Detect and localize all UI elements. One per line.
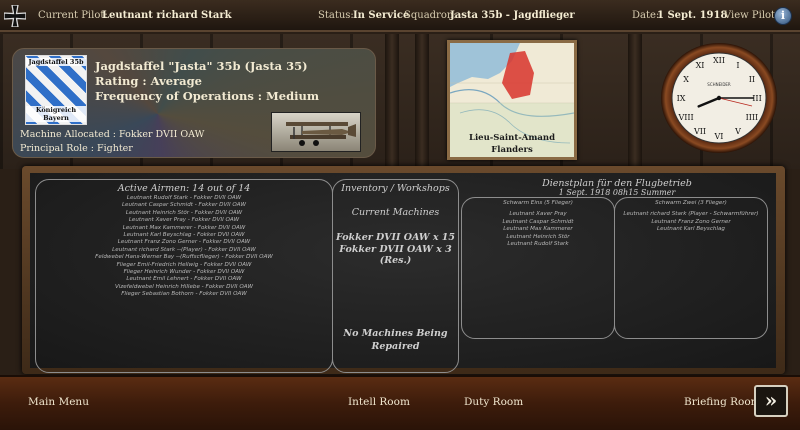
list-item: Leutnant Xaver Pray - Fokker DVII OAW bbox=[128, 217, 240, 224]
wall-clock: XIIIIIIIIIIIIVVIVIIVIIIIXXXI SCHNEIDER bbox=[661, 43, 777, 153]
list-item: Flieger Sebastian Bothorn - Fokker DVII … bbox=[121, 291, 247, 298]
list-item: Leutnant richard Stark --(Player) - Fokk… bbox=[112, 246, 256, 253]
list-item: Leutnant Franz Zono Gerner bbox=[651, 218, 731, 225]
airmen-list: Leutnant Rudolf Stark - Fokker DVII OAW L… bbox=[36, 195, 332, 299]
list-item: Leutnant Caspar Schmidt - Fokker DVII OA… bbox=[121, 202, 247, 209]
squadron-value: Jasta 35b - Jagdflieger bbox=[450, 10, 575, 21]
chalkboard: Active Airmen: 14 out of 14 Leutnant Rud… bbox=[30, 173, 776, 373]
list-item: Leutnant Heinrich Stör bbox=[506, 233, 570, 240]
squadron-rating: Rating : Average bbox=[95, 74, 202, 88]
emblem-top-text: Jagdstaffel 35b bbox=[26, 58, 86, 66]
emblem-bottom-text: Königreich Bayern bbox=[26, 106, 86, 122]
list-item: Leutnant Max Kammerer - Fokker DVII OAW bbox=[122, 224, 246, 231]
inventory-title: Inventory / Workshops bbox=[341, 183, 450, 194]
clock-numeral: IIII bbox=[746, 113, 759, 122]
wall-beam bbox=[628, 34, 642, 169]
squadron-emblem: Jagdstaffel 35b Königreich Bayern bbox=[25, 55, 87, 125]
list-item: Flieger Emil-Friedrich Hellwig - Fokker … bbox=[116, 261, 252, 268]
date-value: 1 Sept. 1918 bbox=[657, 10, 728, 21]
intell-room-button[interactable]: Intell Room bbox=[348, 396, 410, 408]
squadron-card: Jagdstaffel 35b Königreich Bayern Jagdst… bbox=[12, 48, 376, 158]
clock-numeral: IX bbox=[677, 94, 686, 103]
clock-numeral: III bbox=[752, 94, 761, 103]
schwarm-eins-panel[interactable]: Schwarm Eins (5 Flieger) Leutnant Xaver … bbox=[461, 197, 615, 339]
clock-numeral: VIII bbox=[677, 113, 693, 122]
status-label: Status: bbox=[318, 10, 354, 21]
iron-cross-icon bbox=[4, 5, 26, 27]
map-location-name: Lieu-Saint-Amand bbox=[468, 133, 556, 143]
current-machines-label: Current Machines bbox=[351, 207, 440, 218]
list-item: Leutnant Karl Beyschlag bbox=[657, 226, 725, 233]
active-airmen-panel: Active Airmen: 14 out of 14 Leutnant Rud… bbox=[35, 179, 333, 373]
list-item: Leutnant Caspar Schmidt bbox=[502, 218, 574, 225]
sector-map[interactable]: Lieu-Saint-Amand Flanders bbox=[447, 40, 577, 160]
active-airmen-title: Active Airmen: 14 out of 14 bbox=[117, 183, 251, 194]
clock-numeral: V bbox=[734, 127, 741, 136]
clock-brand: SCHNEIDER bbox=[707, 82, 731, 87]
status-value: In Service bbox=[353, 10, 410, 21]
list-item: Leutnant Rudolf Stark bbox=[507, 241, 569, 248]
schwarm-eins-members: Leutnant Xaver Pray Leutnant Caspar Schmi… bbox=[462, 211, 614, 248]
schwarm-zwei-title: Schwarm Zwei (3 Flieger) bbox=[655, 200, 727, 206]
squadron-label: Squadron: bbox=[404, 10, 457, 21]
list-item: Flieger Heinrich Wunder - Fokker DVII OA… bbox=[123, 269, 245, 276]
inventory-panel: Inventory / Workshops Current Machines F… bbox=[332, 179, 459, 373]
clock-numeral: XI bbox=[696, 61, 705, 70]
info-icon[interactable]: i bbox=[774, 7, 792, 25]
next-arrow-button[interactable]: » bbox=[754, 385, 788, 417]
top-status-bar: Current Pilot: Leutnant richard Stark St… bbox=[0, 0, 800, 32]
list-item: Leutnant Xaver Pray bbox=[509, 211, 567, 218]
list-item: Leutnant Heinrich Stör - Fokker DVII OAW bbox=[125, 209, 243, 216]
schwarm-zwei-panel[interactable]: Schwarm Zwei (3 Flieger) Leutnant richar… bbox=[614, 197, 768, 339]
date-label: Date: bbox=[632, 10, 660, 21]
reserve-machine-count: Fokker DVII OAW x 3 (Res.) bbox=[339, 244, 452, 266]
clock-numeral: XII bbox=[713, 56, 725, 65]
wall-beam bbox=[415, 34, 429, 169]
list-item: Leutnant richard Stark (Player - Schwarm… bbox=[623, 211, 759, 218]
aircraft-thumbnail bbox=[271, 112, 361, 152]
list-item: Feldwebel Hans-Werner Bay --(Ruffscflieg… bbox=[95, 254, 273, 261]
list-item: Leutnant Max Kammerer bbox=[503, 226, 573, 233]
repair-status-line1: No Machines Being bbox=[343, 328, 448, 339]
wall-beam bbox=[385, 34, 399, 169]
machine-allocated: Machine Allocated : Fokker DVII OAW bbox=[20, 129, 205, 140]
clock-numeral: I bbox=[736, 61, 739, 70]
duty-roster-subtitle: 1 Sept. 1918 08h15 Summer bbox=[558, 188, 676, 197]
clock-numeral: VII bbox=[693, 127, 706, 136]
machine-count: Fokker DVII OAW x 15 bbox=[335, 232, 456, 243]
biplane-icon bbox=[286, 122, 356, 146]
principal-role: Principal Role : Fighter bbox=[20, 143, 133, 154]
list-item: Leutnant Emil Lehnert - Fokker DVII OAW bbox=[126, 276, 242, 283]
list-item: Leutnant Rudolf Stark - Fokker DVII OAW bbox=[126, 195, 242, 201]
map-region-name: Flanders bbox=[491, 145, 533, 155]
squadron-name: Jagdstaffel "Jasta" 35b (Jasta 35) bbox=[95, 59, 308, 73]
clock-numeral: II bbox=[749, 75, 755, 84]
clock-numeral: VI bbox=[714, 132, 724, 141]
view-pilot-link[interactable]: View Pilot bbox=[724, 10, 775, 21]
briefing-room-button[interactable]: Briefing Room bbox=[684, 396, 761, 408]
pilot-label: Current Pilot: bbox=[38, 10, 108, 21]
pilot-name: Leutnant richard Stark bbox=[102, 10, 232, 21]
repair-status-line2: Repaired bbox=[371, 341, 420, 352]
operations-frequency: Frequency of Operations : Medium bbox=[95, 89, 320, 103]
schwarm-zwei-members: Leutnant richard Stark (Player - Schwarm… bbox=[615, 211, 767, 233]
list-item: Leutnant Franz Zono Gerner - Fokker DVII… bbox=[117, 239, 251, 246]
main-menu-button[interactable]: Main Menu bbox=[28, 396, 89, 408]
list-item: Leutnant Karl Beyschlag - Fokker DVII OA… bbox=[123, 232, 245, 239]
duty-room-button[interactable]: Duty Room bbox=[464, 396, 523, 408]
list-item: Vizefeldwebel Heinrich Hillebe - Fokker … bbox=[114, 283, 253, 290]
clock-numeral: X bbox=[683, 75, 689, 84]
schwarm-eins-title: Schwarm Eins (5 Flieger) bbox=[503, 200, 573, 206]
